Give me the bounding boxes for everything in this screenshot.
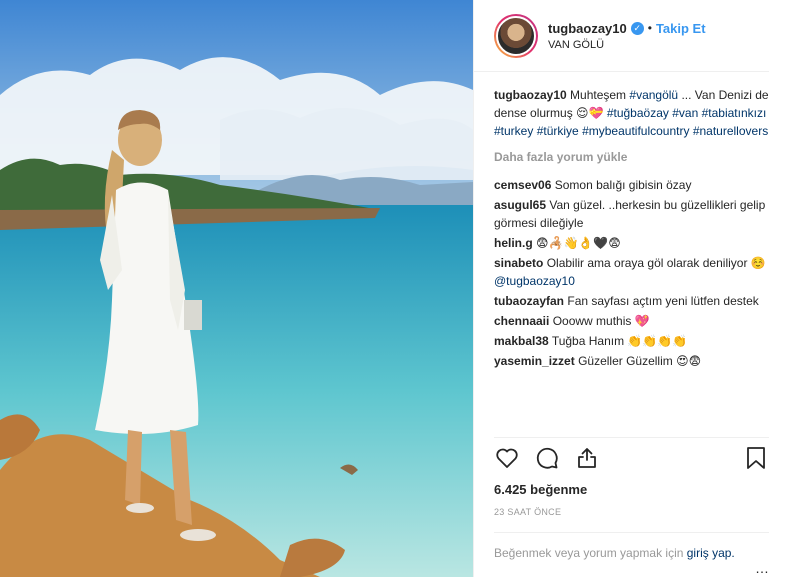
heart-icon [496,448,518,468]
comment-text: Olabilir ama oraya göl olarak deniliyor … [546,256,766,270]
save-button[interactable] [743,445,769,471]
caption: tugbaozay10 Muhteşem #vangölü ... Van De… [494,86,769,140]
comment-username[interactable]: cemsev06 [494,178,551,192]
avatar[interactable] [494,13,538,58]
action-bar [494,437,769,477]
login-prompt-text: Beğenmek veya yorum yapmak için [494,546,687,560]
instagram-post: tugbaozay10 ✓ • Takip Et VAN GÖLÜ tugbao… [0,0,785,577]
comment-item: yasemin_izzet Güzeller Güzellim 😍😨 [494,352,769,370]
load-more-comments-button[interactable]: Daha fazla yorum yükle [494,150,769,164]
share-button[interactable] [574,445,600,471]
location-link[interactable]: VAN GÖLÜ [548,39,706,51]
comment-username[interactable]: asugul65 [494,198,546,212]
post-header: tugbaozay10 ✓ • Takip Et VAN GÖLÜ [474,0,769,72]
likes-count[interactable]: 6.425 beğenme [494,482,587,497]
comment-username[interactable]: helin.g [494,236,533,250]
follow-button[interactable]: Takip Et [656,21,706,36]
mention-link[interactable]: @tugbaozay10 [494,274,575,288]
comment-text: Fan sayfası açtım yeni lütfen destek [567,294,759,308]
share-icon [578,447,596,468]
comment-text: Tuğba Hanım 👏👏👏👏 [551,334,688,348]
hashtag-link[interactable]: #turkey [494,124,533,138]
username-link[interactable]: tugbaozay10 [548,21,627,36]
comment-item: tubaozayfan Fan sayfası açtım yeni lütfe… [494,292,769,310]
post-sidebar: tugbaozay10 ✓ • Takip Et VAN GÖLÜ tugbao… [473,0,785,577]
hashtag-link[interactable]: #tabiatınkızı [702,106,767,120]
comment-item: cemsev06 Somon balığı gibisin özay [494,176,769,194]
hashtag-link[interactable]: #van [672,106,698,120]
comment-text: Somon balığı gibisin özay [554,178,692,192]
like-button[interactable] [494,445,520,471]
caption-username[interactable]: tugbaozay10 [494,88,567,102]
comment-text: 😨🦂👋👌🖤😨 [536,236,621,250]
comment-username[interactable]: chennaaii [494,314,549,328]
comment-username[interactable]: sinabeto [494,256,543,270]
comment-list: tugbaozay10 Muhteşem #vangölü ... Van De… [474,72,785,436]
lake-photo [0,0,473,577]
hashtag-link[interactable]: #mybeautifulcountry [582,124,689,138]
header-text: tugbaozay10 ✓ • Takip Et VAN GÖLÜ [548,21,706,51]
login-link[interactable]: giriş yap. [687,546,735,560]
comment-item: helin.g 😨🦂👋👌🖤😨 [494,234,769,252]
comment-username[interactable]: yasemin_izzet [494,354,575,368]
avatar-image [496,15,536,56]
comment-username[interactable]: makbal38 [494,334,549,348]
post-timestamp[interactable]: 23 SAAT ÖNCE [494,507,561,517]
hashtag-link[interactable]: #türkiye [537,124,579,138]
bookmark-icon [747,446,765,469]
hashtag-link[interactable]: #naturellovers [693,124,768,138]
hashtag-link[interactable]: #vangölü [629,88,678,102]
comment-item: chennaaii Oooww muthis 💖 [494,312,769,330]
hashtag-link[interactable]: #tuğbaözay [607,106,669,120]
comment-item: sinabeto Olabilir ama oraya göl olarak d… [494,254,769,290]
comment-item: makbal38 Tuğba Hanım 👏👏👏👏 [494,332,769,350]
comment-item: asugul65 Van güzel. ..herkesin bu güzell… [494,196,769,232]
verified-icon: ✓ [630,21,644,35]
comment-text: Oooww muthis 💖 [552,314,650,328]
separator-dot: • [647,21,652,35]
comment-button[interactable] [534,445,560,471]
comment-username[interactable]: tubaozayfan [494,294,564,308]
comment-text: Güzeller Güzellim 😍😨 [578,354,702,368]
login-prompt: Beğenmek veya yorum yapmak için giriş ya… [494,532,769,562]
more-icon[interactable]: … [755,560,769,576]
post-photo[interactable] [0,0,473,577]
caption-text: Muhteşem [570,88,630,102]
comment-icon [536,447,558,469]
